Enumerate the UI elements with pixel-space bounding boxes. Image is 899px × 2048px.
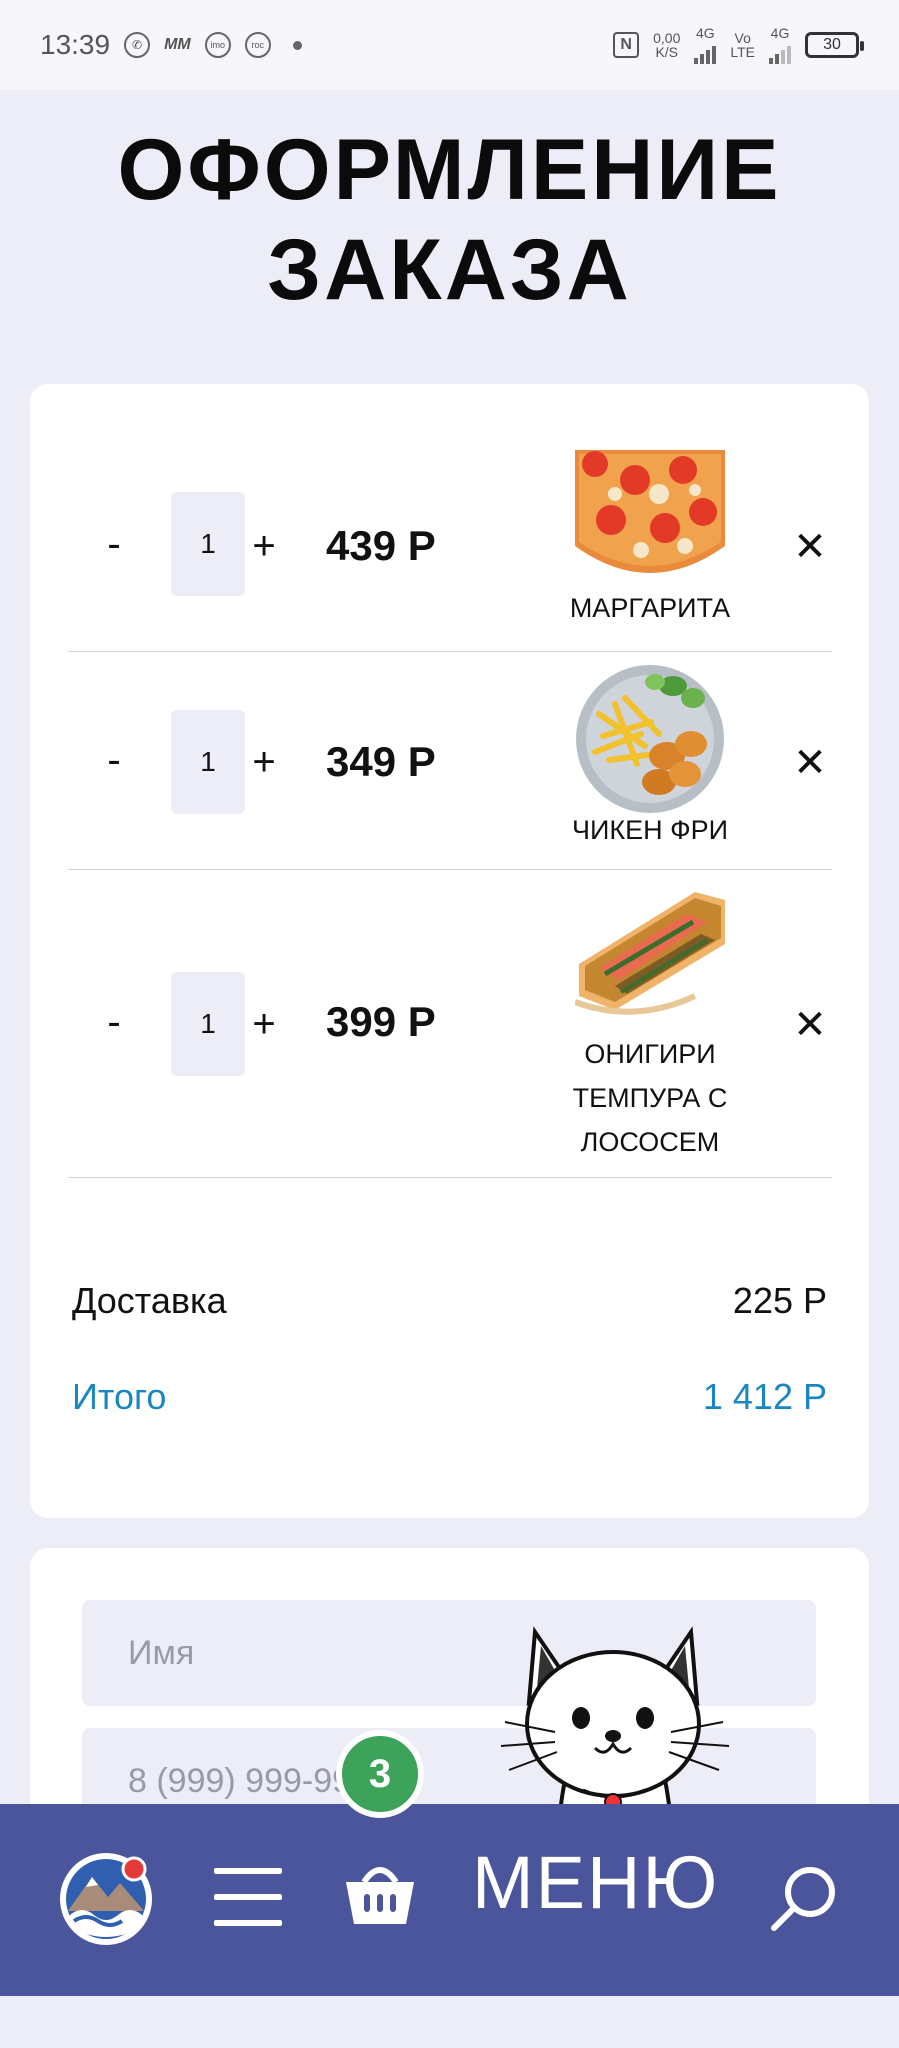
search-icon[interactable]	[768, 1862, 840, 1934]
page-title-line1: ОФОРМЛЕНИЕ	[117, 122, 782, 218]
cart-item: - 1 + 349 Р ЧИКЕН ФРИ ✕	[68, 652, 832, 870]
volte-bottom: LTE	[730, 44, 755, 60]
notification-dot-icon	[292, 40, 302, 50]
status-left: 13:39 ✆ MM imo гос	[40, 29, 302, 61]
onigiri-tempura-image	[575, 884, 725, 1018]
total-value: 1 412 Р	[702, 1376, 827, 1417]
network-speed: 0,00 K/S	[653, 31, 680, 59]
quantity-value: 1	[171, 492, 245, 596]
decrease-quantity-button[interactable]: -	[94, 738, 134, 783]
signal-1: 4G	[694, 25, 717, 64]
quantity-value: 1	[171, 972, 245, 1076]
item-name: ОНИГИРИ ТЕМПУРА С ЛОСОСЕМ	[572, 1039, 728, 1157]
page-title-line2: ЗАКАЗА	[267, 222, 632, 318]
volte-top: Vo	[734, 30, 751, 46]
cart-card: - 1 + 439 Р МАРГАРИТА ✕ - 1 + 349 Р ЧИКЕ…	[30, 384, 869, 1518]
item-price: 439 Р	[326, 522, 436, 569]
status-bar: 13:39 ✆ MM imo гос N 0,00 K/S 4G Vo LTE …	[0, 0, 899, 90]
cart-item: - 1 + 439 Р МАРГАРИТА ✕	[68, 450, 832, 652]
decrease-quantity-button[interactable]: -	[94, 522, 134, 567]
mm-icon: MM	[164, 36, 191, 53]
cart-item: - 1 + 399 Р ОНИГИРИ ТЕМПУРА С ЛОСОСЕМ ✕	[68, 870, 832, 1178]
remove-item-button[interactable]: ✕	[790, 1002, 830, 1048]
page-title: ОФОРМЛЕНИЕ ЗАКАЗА	[0, 120, 899, 320]
menu-link[interactable]: МЕНЮ	[472, 1840, 719, 1925]
network-speed-unit: K/S	[655, 44, 679, 60]
total-label: Итого	[72, 1376, 167, 1417]
cart-count-badge[interactable]: 3	[336, 1730, 424, 1818]
increase-quantity-button[interactable]: +	[244, 524, 284, 569]
whatsapp-icon: ✆	[124, 32, 151, 58]
increase-quantity-button[interactable]: +	[244, 1002, 284, 1047]
volte-indicator: Vo LTE	[730, 31, 755, 59]
remove-item-button[interactable]: ✕	[790, 740, 830, 786]
bottom-nav: МЕНЮ	[0, 1804, 899, 1996]
hamburger-menu-icon[interactable]	[214, 1868, 282, 1928]
network-type-2: 4G	[770, 25, 790, 41]
delivery-value: 225 Р	[732, 1280, 827, 1321]
imo-icon: imo	[204, 32, 231, 58]
remove-item-button[interactable]: ✕	[790, 524, 830, 570]
nfc-icon: N	[613, 32, 640, 58]
status-right: N 0,00 K/S 4G Vo LTE 4G 30	[613, 25, 864, 64]
delivery-label: Доставка	[72, 1280, 227, 1321]
chicken-fries-image	[575, 664, 725, 814]
item-price: 349 Р	[326, 738, 436, 785]
signal-bars-icon	[694, 40, 717, 64]
item-name: ЧИКЕН ФРИ	[571, 815, 729, 845]
battery-icon: 30	[805, 32, 864, 58]
item-name: МАРГАРИТА	[569, 593, 731, 623]
decrease-quantity-button[interactable]: -	[94, 1000, 134, 1045]
increase-quantity-button[interactable]: +	[244, 740, 284, 785]
network-speed-value: 0,00	[653, 30, 681, 46]
item-price: 399 Р	[326, 998, 436, 1045]
shopping-basket-icon[interactable]	[340, 1852, 420, 1932]
pizza-margherita-image	[575, 450, 725, 574]
system-nav-strip	[0, 1996, 899, 2048]
quantity-value: 1	[171, 710, 245, 814]
gosuslugi-icon: гос	[244, 32, 271, 58]
signal-2: 4G	[769, 26, 791, 64]
signal-bars-icon	[769, 40, 791, 64]
network-type-1: 4G	[696, 25, 715, 41]
logo-icon[interactable]	[58, 1851, 154, 1947]
status-time: 13:39	[40, 29, 111, 60]
